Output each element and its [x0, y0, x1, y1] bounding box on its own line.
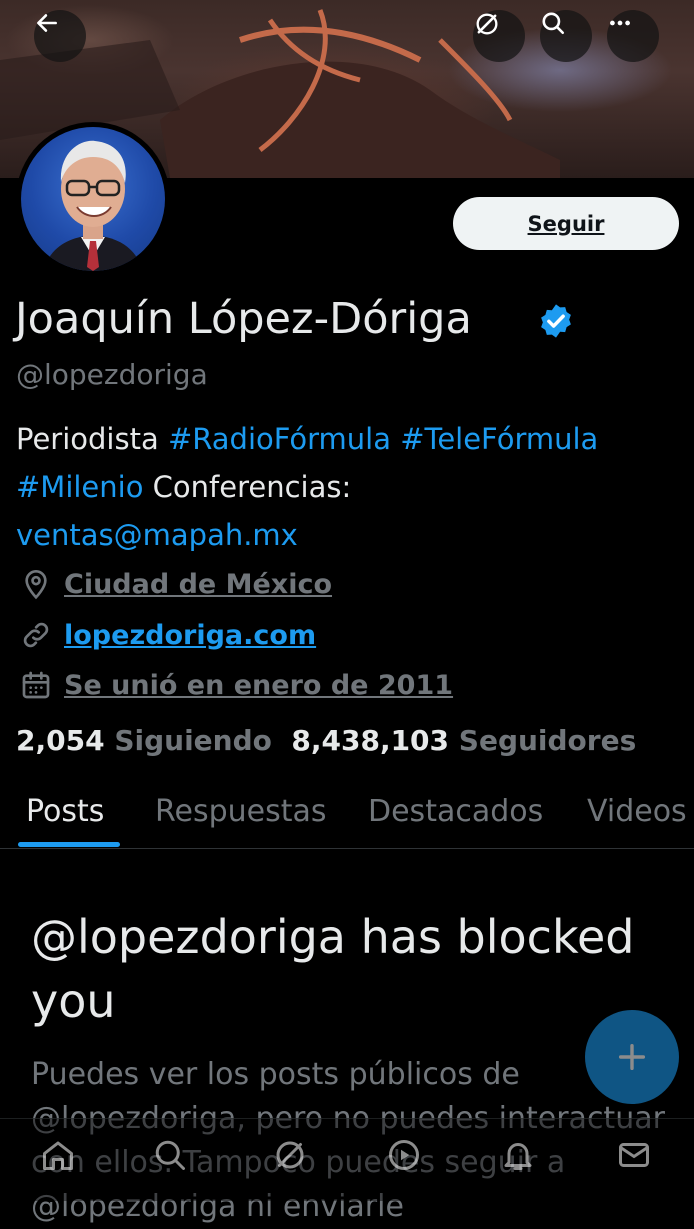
avatar-photo: [21, 127, 165, 271]
email-link[interactable]: ventas@mapah.mx: [16, 518, 298, 552]
followers-link[interactable]: 8,438,103 Seguidores: [291, 724, 636, 757]
more-icon: [610, 20, 630, 26]
following-count: 2,054: [16, 724, 105, 757]
profile-website: lopezdoriga.com: [18, 615, 316, 655]
active-tab-indicator: [18, 842, 120, 847]
avatar[interactable]: [16, 122, 170, 276]
tab-replies[interactable]: Respuestas: [155, 794, 327, 829]
hashtag-link[interactable]: #TeleFórmula: [400, 422, 598, 456]
nav-messages[interactable]: [614, 1135, 654, 1175]
profile-joined: Se unió en enero de 2011: [18, 665, 453, 705]
blocked-title: @lopezdoriga has blocked you: [31, 910, 635, 1028]
bottom-navigation: [0, 1118, 694, 1201]
verified-badge-icon: [541, 304, 571, 338]
location-text[interactable]: Ciudad de México: [64, 569, 332, 600]
plus-icon: [618, 1043, 646, 1071]
followers-label: Seguidores: [458, 724, 637, 757]
calendar-icon: [18, 667, 54, 703]
location-pin-icon: [18, 566, 54, 602]
nav-search[interactable]: [150, 1135, 190, 1175]
grok-icon: [476, 13, 498, 35]
bio-text: Periodista: [16, 422, 168, 456]
messages-icon: [619, 1143, 649, 1167]
nav-grok[interactable]: [270, 1135, 310, 1175]
search-icon: [542, 12, 565, 35]
compose-button[interactable]: [585, 1010, 679, 1104]
back-button[interactable]: [34, 10, 86, 62]
joined-text[interactable]: Se unió en enero de 2011: [64, 670, 453, 701]
nav-home[interactable]: [38, 1135, 78, 1175]
profile-name: Joaquín López-Dóriga: [15, 294, 472, 344]
bio-text: Conferencias:: [143, 470, 352, 504]
website-link[interactable]: lopezdoriga.com: [64, 620, 316, 651]
nav-notifications[interactable]: [498, 1135, 538, 1175]
profile-tabs: Posts Respuestas Destacados Videos: [0, 790, 694, 849]
grok-icon: [276, 1141, 304, 1169]
following-link[interactable]: 2,054 Siguiendo: [16, 724, 272, 757]
tab-posts[interactable]: Posts: [26, 794, 104, 829]
profile-handle: @lopezdoriga: [16, 358, 208, 391]
link-icon: [18, 617, 54, 653]
grok-button[interactable]: [473, 10, 525, 62]
nav-spaces[interactable]: [384, 1135, 424, 1175]
home-icon: [43, 1141, 73, 1170]
profile-stats: 2,054 Siguiendo 8,438,103 Seguidores: [16, 724, 636, 757]
search-icon: [155, 1140, 185, 1170]
more-button[interactable]: [607, 10, 659, 62]
followers-count: 8,438,103: [291, 724, 450, 757]
tab-highlights[interactable]: Destacados: [368, 794, 543, 829]
notifications-icon: [504, 1143, 532, 1170]
bio-space: [391, 422, 400, 456]
following-label: Siguiendo: [114, 724, 272, 757]
spaces-icon: [389, 1140, 419, 1170]
tab-videos[interactable]: Videos: [587, 794, 687, 829]
hashtag-link[interactable]: #Milenio: [16, 470, 143, 504]
follow-button[interactable]: Seguir: [453, 197, 679, 250]
hashtag-link[interactable]: #RadioFórmula: [168, 422, 391, 456]
search-button[interactable]: [540, 10, 592, 62]
profile-location: Ciudad de México: [18, 564, 332, 604]
arrow-left-icon: [37, 14, 57, 32]
profile-bio: Periodista #RadioFórmula #TeleFórmula #Mi…: [16, 415, 686, 559]
